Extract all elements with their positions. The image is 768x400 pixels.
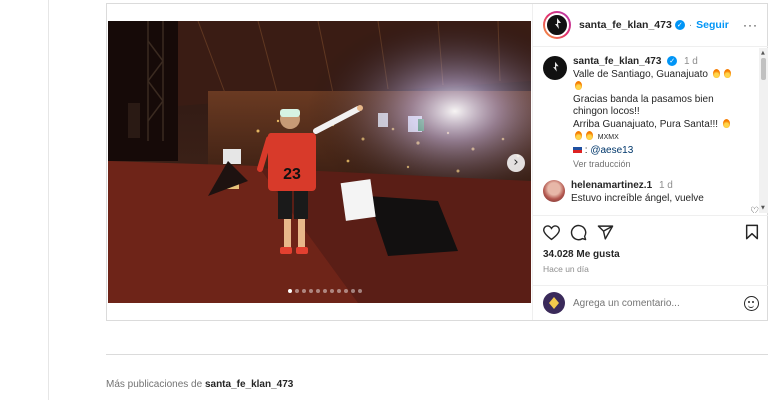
more-posts-username[interactable]: santa_fe_klan_473 — [205, 379, 293, 390]
logo-icon — [555, 18, 561, 29]
add-comment-bar — [533, 285, 768, 320]
caption-avatar[interactable] — [543, 56, 567, 80]
carousel-dot — [316, 289, 320, 293]
see-translation-link[interactable]: Ver traducción — [573, 158, 733, 171]
heart-icon[interactable] — [543, 224, 560, 241]
carousel-dot — [337, 289, 341, 293]
verified-icon: ✓ — [674, 20, 685, 30]
carousel-dot — [344, 289, 348, 293]
carousel-dot — [302, 289, 306, 293]
fire-emoji-icon — [712, 68, 720, 78]
comment-like-icon[interactable]: ♡ — [750, 206, 759, 213]
author-username[interactable]: santa_fe_klan_473 — [579, 19, 672, 31]
more-posts-prefix: Más publicaciones de — [106, 379, 203, 390]
carousel-dot — [295, 289, 299, 293]
follow-button[interactable]: Seguir — [696, 19, 729, 31]
like-count[interactable]: 34.028 Me gusta — [543, 249, 759, 260]
caption-line-1: Valle de Santiago, Guanajuato — [573, 68, 708, 80]
left-rail-divider — [48, 0, 49, 400]
bookmark-icon[interactable] — [745, 224, 759, 240]
caption-line-5: MXMX — [597, 134, 619, 141]
carousel-dot — [330, 289, 334, 293]
emoji-icon[interactable] — [744, 295, 759, 311]
comment-input[interactable] — [573, 297, 723, 309]
carousel-dot — [309, 289, 313, 293]
more-posts-heading: Más publicaciones de santa_fe_klan_473 — [106, 379, 293, 390]
author-avatar[interactable] — [543, 11, 571, 39]
carousel-dots — [288, 289, 362, 293]
mention-prefix: : — [584, 144, 588, 156]
comment-text: Estuvo increíble ángel, vuelve — [571, 192, 704, 204]
fire-emoji-icon — [722, 118, 730, 128]
post-time: Hace un día — [543, 264, 589, 274]
caption-line-2: Gracias banda la pasamos bien — [573, 93, 714, 105]
fire-emoji-icon — [723, 68, 731, 78]
comment-icon[interactable] — [570, 224, 587, 241]
carousel-dot — [323, 289, 327, 293]
post-sidebar: santa_fe_klan_473 ✓ · Seguir ··· santa_f… — [532, 4, 768, 320]
logo-icon — [549, 297, 559, 309]
commenter-username[interactable]: helenamartinez.1 — [571, 180, 652, 191]
separator-dot: · — [688, 19, 693, 31]
post-actions: 34.028 Me gusta Hace un día — [533, 215, 768, 285]
section-divider — [106, 354, 768, 355]
share-icon[interactable] — [597, 224, 614, 241]
mention-link[interactable]: @aese13 — [590, 145, 633, 156]
caption-line-3: chingon locos!! — [573, 106, 640, 117]
fire-emoji-icon — [575, 131, 582, 140]
carousel-dot — [351, 289, 355, 293]
comments-scrollbar[interactable]: ▲ ▼ — [759, 48, 768, 213]
commenter-avatar[interactable] — [543, 180, 565, 202]
concert-photo: 23 — [108, 21, 531, 303]
scroll-down-icon[interactable]: ▼ — [761, 205, 765, 211]
comments-section: santa_fe_klan_473 ✓ 1 d Valle de Santiag… — [533, 48, 768, 213]
scroll-up-icon[interactable]: ▲ — [761, 50, 765, 56]
caption-line-4: Arriba Guanajuato, Pura Santa!!! — [573, 118, 719, 130]
flag-emoji-icon — [573, 146, 582, 153]
carousel-dot — [288, 289, 292, 293]
carousel-dot — [358, 289, 362, 293]
jersey-number: 23 — [283, 166, 301, 183]
scrollbar-thumb[interactable] — [761, 58, 766, 80]
post-card: 23 › santa_fe_klan_473 ✓ · Seguir ··· sa… — [106, 3, 768, 321]
more-icon[interactable]: ··· — [743, 18, 758, 32]
logo-icon — [553, 61, 559, 72]
caption-time: 1 d — [683, 56, 698, 67]
caption: santa_fe_klan_473 ✓ 1 d Valle de Santiag… — [543, 56, 753, 171]
next-slide-button[interactable]: › — [507, 154, 525, 172]
current-user-avatar — [543, 292, 565, 314]
fire-emoji-icon — [575, 81, 582, 90]
comment-item: helenamartinez.1 1 d Estuvo increíble án… — [543, 180, 763, 205]
post-header: santa_fe_klan_473 ✓ · Seguir ··· — [533, 4, 768, 47]
caption-username[interactable]: santa_fe_klan_473 — [573, 56, 661, 67]
verified-icon: ✓ — [667, 56, 678, 67]
fire-emoji-icon — [586, 131, 593, 140]
comment-time: 1 d — [658, 180, 673, 191]
post-media[interactable]: 23 › — [108, 21, 531, 303]
